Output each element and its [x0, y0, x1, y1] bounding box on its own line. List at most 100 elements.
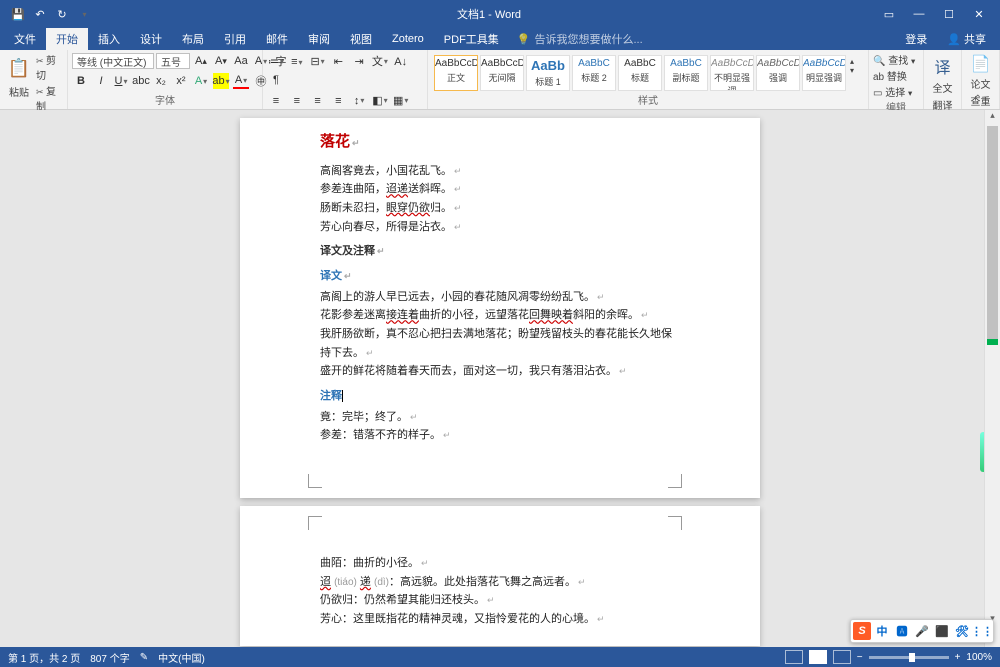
style-normal[interactable]: AaBbCcDc正文	[434, 55, 478, 91]
body-line[interactable]: 我肝肠欲断，真不忍心把扫去满地落花；盼望残留枝头的春花能长久地保持下去。	[320, 325, 680, 362]
copy-button[interactable]: 复制	[36, 83, 63, 113]
body-line[interactable]: 高阁上的游人早已远去，小园的春花随风凋零纷纷乱飞。	[320, 288, 680, 307]
ribbon-display-icon[interactable]: ▭	[876, 8, 902, 21]
subsection-heading[interactable]: 译文	[320, 267, 680, 286]
multilevel-icon[interactable]: ⊟	[310, 54, 326, 70]
tab-design[interactable]: 设计	[130, 28, 172, 50]
style-heading1[interactable]: AaBb标题 1	[526, 55, 570, 91]
document-area[interactable]: 落花 高阁客竟去，小国花乱飞。 参差连曲陌，迢递送斜晖。 肠断未忍扫，眼穿仍欲归…	[0, 110, 1000, 647]
tab-view[interactable]: 视图	[340, 28, 382, 50]
change-case-icon[interactable]: Aa	[233, 53, 249, 69]
stanza-line[interactable]: 高阁客竟去，小国花乱飞。	[320, 162, 680, 181]
find-button[interactable]: 🔍 查找 ▾	[873, 52, 915, 67]
style-emphasis[interactable]: AaBbCcDc强调	[756, 55, 800, 91]
strike-icon[interactable]: abc	[133, 73, 149, 89]
bullets-icon[interactable]: ≔	[268, 54, 284, 70]
paste-button[interactable]: 📋粘贴	[4, 52, 34, 101]
note-line[interactable]: 曲陌：曲折的小径。	[320, 554, 680, 573]
shrink-font-icon[interactable]: A▾	[213, 53, 229, 69]
stanza-line[interactable]: 参差连曲陌，迢递送斜晖。	[320, 180, 680, 199]
indent-inc-icon[interactable]: ⇥	[351, 54, 367, 70]
note-line[interactable]: 芳心：这里既指花的精神灵魂，又指怜爱花的人的心境。	[320, 610, 680, 629]
stanza-line[interactable]: 肠断未忍扫，眼穿仍欲归。	[320, 199, 680, 218]
language-indicator[interactable]: 中文(中国)	[158, 650, 205, 665]
bold-icon[interactable]: B	[73, 73, 89, 89]
scroll-thumb[interactable]	[987, 126, 998, 345]
qat-more[interactable]	[74, 4, 94, 24]
translate-button[interactable]: 译全文翻译	[928, 52, 957, 114]
note-line[interactable]: 竟：完毕；终了。	[320, 408, 680, 427]
borders-icon[interactable]: ▦	[393, 92, 409, 108]
word-count[interactable]: 807 个字	[90, 650, 129, 665]
tab-references[interactable]: 引用	[214, 28, 256, 50]
tab-insert[interactable]: 插入	[88, 28, 130, 50]
ime-tool-icon[interactable]: 🛠	[953, 622, 971, 640]
ime-voice-icon[interactable]: 🎤	[913, 622, 931, 640]
ime-skin-icon[interactable]: ⬛	[933, 622, 951, 640]
tab-mailings[interactable]: 邮件	[256, 28, 298, 50]
collapse-ribbon-icon[interactable]: ⌃	[974, 92, 982, 108]
section-heading[interactable]: 译文及注释	[320, 242, 680, 261]
ime-punct-icon[interactable]: 🅰	[893, 622, 911, 640]
zoom-in-icon[interactable]: +	[955, 652, 961, 663]
ime-logo-icon[interactable]: S	[853, 622, 871, 640]
align-left-icon[interactable]: ≡	[268, 93, 284, 109]
doc-title[interactable]: 落花	[320, 130, 680, 156]
tell-me[interactable]: 💡 告诉我您想要做什么...	[509, 31, 643, 47]
scroll-up-icon[interactable]: ▴	[985, 110, 1000, 126]
underline-icon[interactable]: U	[113, 73, 129, 89]
undo-icon[interactable]: ↶	[30, 4, 50, 24]
ime-lang[interactable]: 中	[873, 622, 891, 640]
sort-icon[interactable]: A↓	[393, 54, 409, 70]
web-layout-icon[interactable]	[833, 650, 851, 664]
style-nospacing[interactable]: AaBbCcDc无间隔	[480, 55, 524, 91]
read-mode-icon[interactable]	[785, 650, 803, 664]
spell-check-icon[interactable]: ✎	[140, 652, 148, 663]
zoom-out-icon[interactable]: −	[857, 652, 863, 663]
highlight-icon[interactable]: ab	[213, 73, 229, 89]
maximize-icon[interactable]: ☐	[936, 8, 962, 21]
shading-icon[interactable]: ◧	[372, 92, 388, 108]
note-line[interactable]: 参差：错落不齐的样子。	[320, 426, 680, 445]
redo-icon[interactable]: ↻	[52, 4, 72, 24]
style-subtitle[interactable]: AaBbC副标题	[664, 55, 708, 91]
text-effects-icon[interactable]: A	[193, 73, 209, 89]
font-size-select[interactable]: 五号	[156, 53, 190, 69]
tab-pdf[interactable]: PDF工具集	[434, 28, 509, 50]
tab-layout[interactable]: 布局	[172, 28, 214, 50]
print-layout-icon[interactable]	[809, 650, 827, 664]
superscript-icon[interactable]: x²	[173, 73, 189, 89]
share-button[interactable]: 👤 共享	[937, 28, 996, 50]
note-line[interactable]: 迢 (tiáo) 递 (dì)：高远貌。此处指落花飞舞之高远者。	[320, 573, 680, 592]
page-indicator[interactable]: 第 1 页，共 2 页	[8, 650, 80, 665]
find-marker[interactable]	[987, 339, 998, 345]
close-icon[interactable]: ✕	[966, 8, 992, 21]
style-title[interactable]: AaBbC标题	[618, 55, 662, 91]
italic-icon[interactable]: I	[93, 73, 109, 89]
note-line[interactable]: 仍欲归：仍然希望其能归还枝头。	[320, 591, 680, 610]
indent-dec-icon[interactable]: ⇤	[330, 54, 346, 70]
subsection-heading[interactable]: 注释	[320, 387, 680, 406]
stanza-line[interactable]: 芳心向春尽，所得是沾衣。	[320, 218, 680, 237]
ime-menu-icon[interactable]: ⋮⋮	[973, 622, 991, 640]
body-line[interactable]: 盛开的鲜花将随着春天而去，面对这一切，我只有落泪沾衣。	[320, 362, 680, 381]
subscript-icon[interactable]: x₂	[153, 73, 169, 89]
sign-in[interactable]: 登录	[895, 28, 937, 50]
zoom-slider[interactable]	[869, 656, 949, 659]
style-intense[interactable]: AaBbCcDc明显强调	[802, 55, 846, 91]
align-right-icon[interactable]: ≡	[310, 93, 326, 109]
font-color-icon[interactable]: A	[233, 73, 249, 89]
asian-layout-icon[interactable]: 文	[372, 53, 388, 69]
minimize-icon[interactable]: —	[906, 8, 932, 21]
save-icon[interactable]: 💾	[8, 4, 28, 24]
tab-review[interactable]: 审阅	[298, 28, 340, 50]
select-button[interactable]: ▭ 选择 ▾	[873, 84, 912, 99]
font-name-select[interactable]: 等线 (中文正文)	[72, 53, 154, 69]
styles-more[interactable]: ▴▾	[848, 55, 856, 77]
tab-file[interactable]: 文件	[4, 28, 46, 50]
grow-font-icon[interactable]: A▴	[193, 53, 209, 69]
vertical-scrollbar[interactable]: ▴ ▾ ◦	[984, 110, 1000, 647]
line-spacing-icon[interactable]: ↕	[351, 93, 367, 109]
tab-zotero[interactable]: Zotero	[382, 30, 434, 48]
style-heading2[interactable]: AaBbC标题 2	[572, 55, 616, 91]
